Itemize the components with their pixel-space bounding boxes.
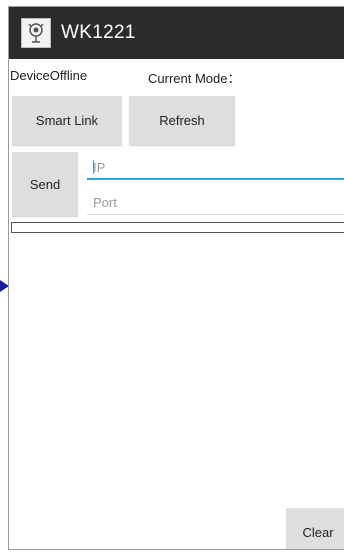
smart-link-button[interactable]: Smart Link bbox=[12, 96, 122, 145]
current-mode-label: Current Mode： bbox=[148, 71, 241, 86]
device-status: DeviceOffline bbox=[10, 68, 88, 83]
refresh-button[interactable]: Refresh bbox=[129, 96, 235, 145]
app-title: WK1221 bbox=[61, 22, 136, 43]
title-bar: WK1221 bbox=[9, 7, 344, 59]
ip-input[interactable] bbox=[87, 156, 344, 180]
progress-bar bbox=[11, 222, 344, 233]
app-window: WK1221 DeviceOffline Current Mode： Smart… bbox=[8, 6, 344, 550]
port-input[interactable] bbox=[87, 191, 344, 215]
log-output bbox=[11, 237, 344, 502]
send-button[interactable]: Send bbox=[12, 152, 78, 216]
app-logo-icon bbox=[21, 18, 51, 48]
status-line: DeviceOffline Current Mode： bbox=[9, 65, 344, 87]
clear-button[interactable]: Clear bbox=[286, 508, 344, 549]
text-cursor bbox=[93, 160, 94, 174]
